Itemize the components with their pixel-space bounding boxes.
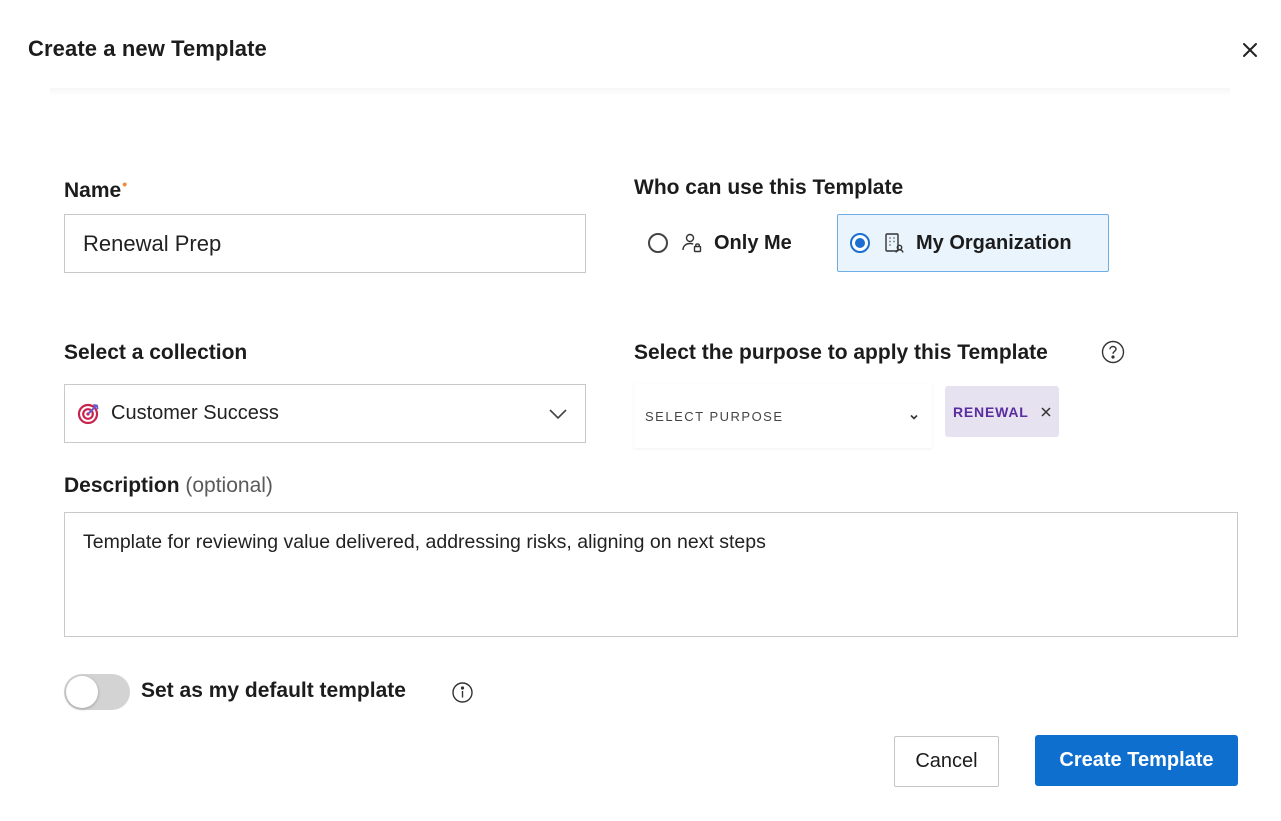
radio-my-organization[interactable]: My Organization	[837, 214, 1109, 272]
create-template-button[interactable]: Create Template	[1035, 735, 1238, 786]
optional-note: (optional)	[185, 474, 273, 497]
default-template-toggle[interactable]	[64, 674, 130, 710]
cancel-button[interactable]: Cancel	[894, 736, 999, 787]
radio-button[interactable]	[648, 233, 668, 253]
description-label-text: Description	[64, 474, 180, 497]
question-circle-icon[interactable]	[1101, 340, 1125, 364]
caret-down-icon	[908, 410, 920, 422]
chevron-down-icon	[547, 403, 569, 425]
name-label-text: Name	[64, 179, 122, 202]
purpose-select[interactable]: SELECT PURPOSE	[634, 384, 932, 448]
target-icon	[77, 402, 101, 426]
purpose-placeholder: SELECT PURPOSE	[645, 408, 784, 424]
dialog-title: Create a new Template	[28, 36, 267, 61]
description-textarea[interactable]: Template for reviewing value delivered, …	[64, 512, 1238, 637]
collection-select[interactable]: Customer Success	[64, 384, 586, 443]
close-icon[interactable]	[1236, 36, 1264, 64]
radio-label-my-organization: My Organization	[916, 231, 1072, 254]
organization-icon	[882, 231, 906, 255]
collection-value: Customer Success	[111, 402, 279, 424]
name-input[interactable]	[64, 214, 586, 273]
remove-chip-icon[interactable]	[1039, 405, 1053, 419]
header-divider	[50, 88, 1230, 96]
collection-label: Select a collection	[64, 341, 248, 364]
required-marker: •	[122, 176, 128, 192]
chip-label: RENEWAL	[953, 403, 1029, 420]
name-label: Name•	[64, 176, 127, 203]
radio-label-only-me: Only Me	[714, 231, 792, 254]
info-circle-icon[interactable]	[451, 681, 474, 704]
toggle-knob	[66, 676, 98, 708]
radio-only-me[interactable]: Only Me	[640, 214, 820, 272]
radio-button-selected[interactable]	[850, 233, 870, 253]
dialog-header: Create a new Template	[0, 0, 1281, 96]
purpose-label: Select the purpose to apply this Templat…	[634, 341, 1048, 364]
person-lock-icon	[680, 231, 704, 255]
description-label: Description (optional)	[64, 474, 273, 498]
visibility-label: Who can use this Template	[634, 176, 904, 199]
purpose-chip: RENEWAL	[945, 386, 1059, 437]
default-template-label: Set as my default template	[141, 679, 406, 702]
create-template-dialog: Create a new Template Name• Who can use …	[0, 0, 1281, 821]
